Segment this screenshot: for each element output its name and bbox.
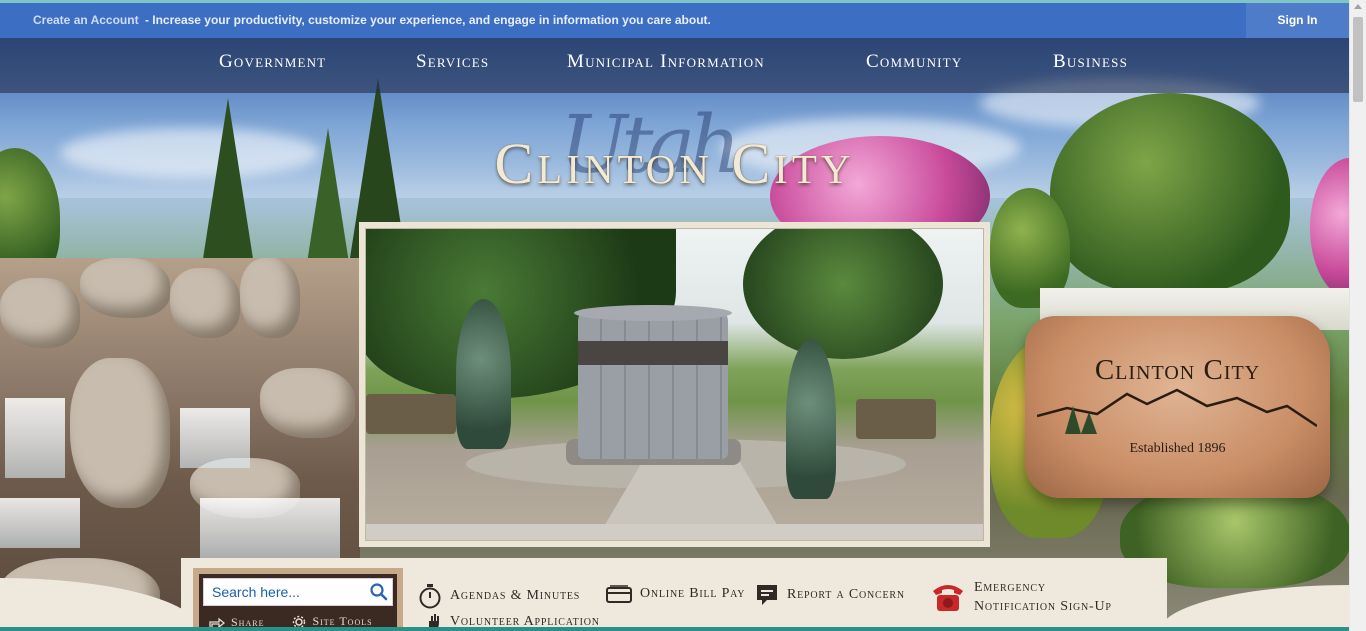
rock [240, 258, 300, 338]
page-scrollbar[interactable] [1349, 0, 1366, 631]
quick-link-label: Report a Concern [787, 587, 905, 602]
rock [260, 368, 355, 438]
quick-link-label: Online Bill Pay [640, 586, 746, 601]
quick-link-online-bill-pay[interactable]: Online Bill Pay [606, 585, 745, 603]
sign-established: Established 1896 [1129, 441, 1226, 456]
rock [80, 258, 170, 318]
sign-city-name: Clinton City [1094, 354, 1261, 386]
nav-business[interactable]: Business [1053, 51, 1128, 73]
photo-curb [366, 524, 983, 540]
create-account-link[interactable]: Create an Account [33, 13, 139, 27]
waterfall [180, 408, 250, 468]
rock [70, 358, 170, 508]
telephone-icon [933, 585, 963, 611]
columbarium [578, 309, 728, 459]
waterfall [0, 498, 80, 548]
nav-services[interactable]: Services [416, 51, 489, 73]
featured-photo-frame [359, 222, 990, 547]
quick-link-agendas-minutes[interactable]: Agendas & Minutes [418, 583, 580, 609]
wallet-icon [606, 585, 632, 603]
announcement-text: Create an Account - Increase your produc… [33, 13, 711, 27]
shrub [786, 339, 836, 499]
site-title[interactable]: Clinton City [0, 130, 1349, 197]
waterfall [5, 398, 65, 478]
nav-community[interactable]: Community [866, 51, 962, 73]
search-widget: Search here... Share Site Tools [193, 568, 403, 631]
quick-link-label: Agendas & Minutes [450, 588, 581, 603]
search-input[interactable]: Search here... [203, 578, 393, 606]
columbarium-band [578, 341, 728, 365]
waterfall [200, 498, 340, 558]
quick-link-label: Emergency Notification Sign-Up [974, 578, 1112, 616]
scrollbar-thumb[interactable] [1353, 17, 1363, 102]
quick-link-label-line1: Emergency [974, 580, 1046, 595]
featured-photo [365, 228, 984, 541]
stopwatch-icon [419, 584, 441, 609]
mountain-engraving [1037, 388, 1317, 434]
search-icon[interactable] [369, 582, 389, 602]
quick-link-report-concern[interactable]: Report a Concern [755, 583, 905, 607]
nav-municipal-information[interactable]: Municipal Information [567, 51, 765, 73]
quick-link-label-line2: Notification Sign-Up [974, 599, 1112, 614]
bench [856, 399, 936, 439]
search-widget-inner: Search here... Share Site Tools [199, 574, 397, 631]
bottom-accent-line [0, 627, 1349, 631]
nav-government[interactable]: Government [219, 51, 326, 73]
speech-bubble-icon [757, 585, 777, 605]
quick-link-emergency-notification[interactable]: Emergency Notification Sign-Up [930, 578, 1112, 616]
main-navigation: Government Services Municipal Informatio… [0, 38, 1349, 93]
bench [366, 394, 456, 434]
announcement-bar: Create an Account - Increase your produc… [0, 3, 1349, 38]
shrub [456, 299, 511, 449]
rock [170, 268, 240, 338]
announcement-message: - Increase your productivity, customize … [144, 13, 711, 27]
scroll-up-arrow[interactable] [1354, 4, 1362, 9]
photo-trees [743, 229, 943, 359]
columbarium-top [574, 305, 732, 321]
city-sign-rock: Clinton City Established 1896 [1025, 316, 1330, 498]
sign-in-button[interactable]: Sign In [1246, 3, 1349, 38]
rock [0, 278, 80, 348]
